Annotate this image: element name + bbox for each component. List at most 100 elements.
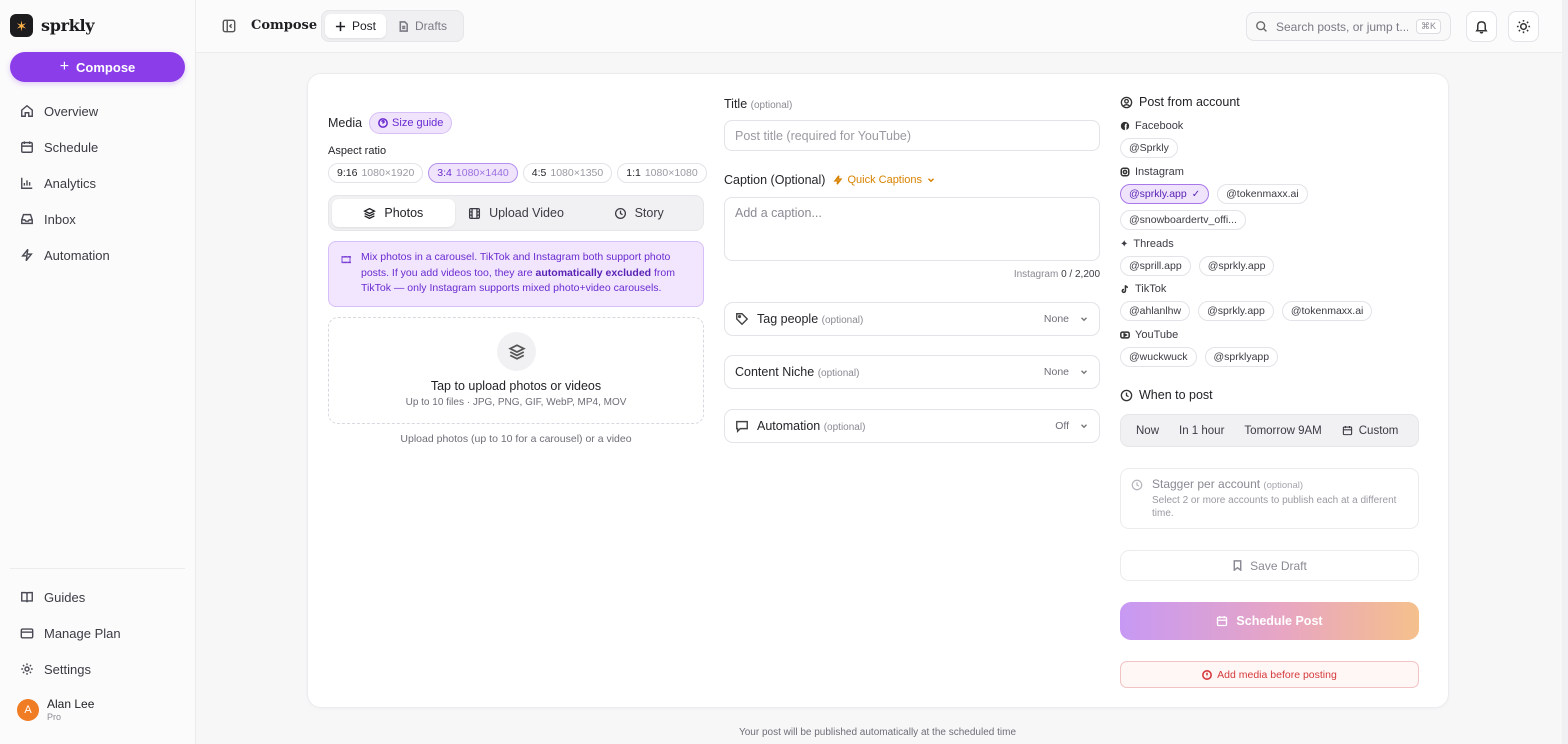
notifications-button[interactable] — [1466, 11, 1497, 42]
quick-captions-button[interactable]: Quick Captions — [833, 174, 936, 186]
option-label: Automation (optional) — [757, 419, 865, 433]
account-chip[interactable]: @sprkly.app — [1198, 256, 1275, 276]
account-chip[interactable]: @tokenmaxx.ai — [1281, 301, 1373, 321]
option-value: None — [1044, 366, 1089, 378]
compose-mode-tabs: Post Drafts — [321, 10, 464, 42]
sidebar-toggle-button[interactable] — [222, 19, 236, 33]
search-input[interactable] — [1276, 19, 1408, 34]
youtube-icon — [1120, 331, 1130, 339]
option-label-text: Content Niche — [735, 365, 815, 379]
help-circle-icon — [378, 118, 388, 128]
size-guide-button[interactable]: Size guide — [369, 112, 453, 134]
when-now-button[interactable]: Now — [1126, 418, 1169, 443]
caption-input[interactable] — [724, 197, 1100, 261]
sidebar-item-label: Automation — [44, 247, 110, 263]
account-chip[interactable]: @tokenmaxx.ai — [1217, 184, 1308, 204]
aspect-ratio-options: 9:16 1080×1920 3:4 1080×1440 4:5 1080×13… — [328, 163, 707, 183]
aspect-ratio-value: 3:4 — [437, 167, 452, 179]
wallet-icon — [20, 628, 34, 639]
tag-icon — [736, 313, 749, 326]
stagger-per-account-panel[interactable]: Stagger per account (optional) Select 2 … — [1120, 468, 1419, 529]
media-dropzone[interactable]: Tap to upload photos or videos Up to 10 … — [328, 317, 704, 424]
option-label-text: Tag people — [757, 312, 819, 326]
account-chip[interactable]: @ahlanlhw — [1120, 301, 1191, 321]
account-chip[interactable]: @snowboardertv_offi... — [1120, 210, 1246, 230]
content-niche-dropdown[interactable]: Content Niche (optional) None — [724, 355, 1100, 389]
automation-dropdown[interactable]: Automation (optional) Off — [724, 409, 1100, 443]
when-to-post-options: Now In 1 hour Tomorrow 9AM Custom — [1120, 414, 1419, 447]
tag-people-dropdown[interactable]: Tag people (optional) None — [724, 302, 1100, 336]
option-optional: (optional) — [823, 422, 866, 433]
platform-name: YouTube — [1135, 329, 1179, 341]
brand-name: sprkly — [41, 16, 95, 35]
bell-icon — [1475, 21, 1488, 34]
tab-upload-video[interactable]: Upload Video — [455, 199, 578, 227]
sidebar-item-analytics[interactable]: Analytics — [10, 165, 185, 201]
media-header: Media Size guide — [328, 112, 453, 134]
sidebar-item-overview[interactable]: Overview — [10, 93, 185, 129]
title-input[interactable] — [724, 120, 1100, 151]
platform-name: Instagram — [1135, 166, 1184, 178]
bolt-icon — [834, 175, 843, 185]
sidebar-divider — [10, 568, 185, 569]
tab-post[interactable]: Post — [325, 14, 387, 38]
tab-story[interactable]: Story — [577, 199, 700, 227]
custom-label: Custom — [1358, 424, 1399, 437]
plus-icon — [335, 21, 346, 31]
page-scrollbar[interactable] — [1562, 0, 1568, 744]
sidebar-item-schedule[interactable]: Schedule — [10, 129, 185, 165]
option-label: Tag people (optional) — [757, 312, 863, 326]
sidebar-item-manage-plan[interactable]: Manage Plan — [10, 615, 185, 651]
facebook-accounts: @Sprkly — [1120, 138, 1178, 158]
sparkle-logo-icon: ✶ — [10, 14, 33, 37]
sidebar-item-label: Settings — [44, 661, 91, 677]
aspect-1-1[interactable]: 1:1 1080×1080 — [617, 163, 707, 183]
stagger-description: Select 2 or more accounts to publish eac… — [1152, 495, 1397, 519]
tab-photos[interactable]: Photos — [332, 199, 455, 227]
brand[interactable]: ✶ sprkly — [10, 14, 95, 37]
tab-drafts[interactable]: Drafts — [388, 14, 457, 38]
compose-button-label: Compose — [76, 59, 136, 75]
account-chip[interactable]: @sprkly.app — [1198, 301, 1274, 321]
account-chip[interactable]: @sprklyapp — [1204, 347, 1279, 367]
sidebar-item-settings[interactable]: Settings — [10, 651, 185, 687]
aspect-4-5[interactable]: 4:5 1080×1350 — [522, 163, 613, 183]
account-chip-selected[interactable]: @sprkly.app ✓ — [1120, 184, 1210, 204]
compose-card: Media Size guide Aspect ratio 9:16 1080×… — [307, 73, 1449, 708]
threads-icon: ✦ — [1120, 238, 1129, 250]
theme-toggle-button[interactable] — [1508, 11, 1539, 42]
account-chip[interactable]: @Sprkly — [1120, 138, 1178, 158]
account-chip[interactable]: @wuckwuck — [1120, 347, 1197, 367]
instagram-icon — [1120, 167, 1130, 177]
compose-button[interactable]: + Compose — [10, 52, 185, 82]
when-tomorrow-9am-button[interactable]: Tomorrow 9AM — [1234, 418, 1331, 443]
account-handle: @sprkly.app — [1129, 188, 1187, 200]
save-draft-label: Save Draft — [1250, 558, 1307, 573]
account-chip[interactable]: @sprill.app — [1120, 256, 1191, 276]
page-title: Compose — [251, 18, 318, 33]
when-custom-button[interactable]: Custom — [1332, 418, 1409, 443]
aspect-3-4[interactable]: 3:4 1080×1440 — [428, 163, 518, 183]
schedule-post-button[interactable]: Schedule Post — [1120, 602, 1419, 640]
gear-icon — [21, 663, 33, 675]
heading-text: Post from account — [1139, 95, 1240, 109]
home-icon — [21, 104, 33, 117]
user-circle-icon — [1120, 96, 1133, 108]
save-draft-button[interactable]: Save Draft — [1120, 550, 1419, 581]
quick-captions-label: Quick Captions — [847, 174, 923, 186]
publish-footnote: Your post will be published automaticall… — [738, 727, 1017, 738]
clock-icon — [1131, 479, 1143, 491]
user-profile[interactable]: A Alan Lee Pro — [17, 697, 94, 723]
aspect-9-16[interactable]: 9:16 1080×1920 — [328, 163, 424, 183]
sidebar-item-inbox[interactable]: Inbox — [10, 201, 185, 237]
sidebar-item-label: Overview — [44, 103, 99, 119]
platform-name: Threads — [1133, 238, 1174, 250]
sidebar-item-guides[interactable]: Guides — [10, 579, 185, 615]
platform-name: Facebook — [1135, 120, 1184, 132]
sidebar-item-label: Manage Plan — [44, 625, 121, 641]
sidebar-item-automation[interactable]: Automation — [10, 237, 185, 273]
instagram-accounts-row-2: @snowboardertv_offi... — [1120, 210, 1246, 230]
when-in-1-hour-button[interactable]: In 1 hour — [1169, 418, 1234, 443]
post-from-account-heading: Post from account — [1120, 95, 1240, 109]
tab-label: Photos — [384, 206, 424, 220]
